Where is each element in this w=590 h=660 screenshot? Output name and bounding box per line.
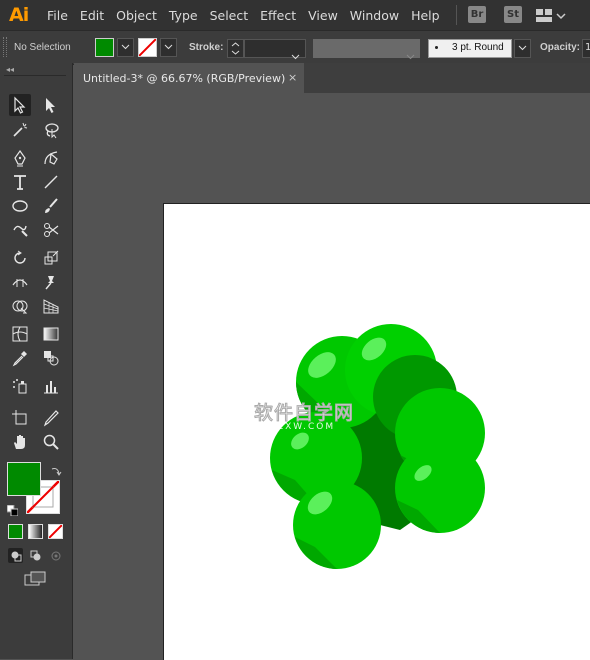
brush-definition[interactable]: 3 pt. Round	[428, 39, 512, 58]
tools-panel: ◂◂	[0, 63, 73, 659]
draw-inside-icon[interactable]	[48, 548, 63, 563]
menu-help[interactable]: Help	[411, 8, 440, 23]
slice-tool-icon[interactable]	[40, 407, 62, 429]
direct-selection-tool-icon[interactable]	[40, 94, 62, 116]
menu-type[interactable]: Type	[169, 8, 198, 23]
fill-color-box[interactable]	[7, 462, 41, 496]
hand-tool-icon[interactable]	[9, 431, 31, 453]
control-bar: No Selection Stroke: 3 pt. Round Opacity…	[0, 30, 590, 65]
green-balls-artwork[interactable]	[260, 315, 500, 585]
document-tab-bar: Untitled-3* @ 66.67% (RGB/Preview) ×	[74, 63, 590, 93]
stroke-swatch[interactable]	[138, 38, 157, 57]
stroke-weight-stepper[interactable]	[227, 39, 244, 58]
rotate-tool-icon[interactable]	[9, 247, 31, 269]
puppet-warp-tool-icon[interactable]	[40, 271, 62, 293]
symbol-sprayer-tool-icon[interactable]	[9, 375, 31, 397]
menu-effect[interactable]: Effect	[260, 8, 296, 23]
selection-status: No Selection	[14, 42, 71, 53]
fill-dropdown[interactable]	[117, 38, 134, 57]
panel-grip-icon	[3, 37, 7, 57]
width-tool-icon[interactable]	[9, 271, 31, 293]
bridge-button[interactable]: Br	[468, 6, 486, 23]
close-tab-icon[interactable]: ×	[288, 71, 297, 84]
swap-fill-stroke-icon[interactable]	[50, 462, 62, 481]
stroke-weight-dropdown-icon[interactable]	[291, 45, 300, 64]
document-tab[interactable]: Untitled-3* @ 66.67% (RGB/Preview) ×	[74, 63, 304, 93]
color-mode-button[interactable]	[8, 524, 23, 539]
opacity-value: 1	[585, 42, 590, 53]
menu-window[interactable]: Window	[350, 8, 399, 23]
blend-tool-icon[interactable]	[40, 347, 62, 369]
profile-dropdown-icon[interactable]	[406, 45, 415, 64]
ball-bottom-left	[293, 481, 381, 569]
menu-view[interactable]: View	[308, 8, 338, 23]
line-segment-tool-icon[interactable]	[40, 171, 62, 193]
ellipse-tool-icon[interactable]	[9, 195, 31, 217]
menu-edit[interactable]: Edit	[80, 8, 104, 23]
brush-dropdown[interactable]	[514, 39, 531, 58]
pen-tool-icon[interactable]	[9, 147, 31, 169]
menu-file[interactable]: File	[47, 8, 68, 23]
scissors-tool-icon[interactable]	[40, 219, 62, 241]
fill-swatch[interactable]	[95, 38, 114, 57]
paintbrush-tool-icon[interactable]	[40, 195, 62, 217]
menu-bar: Ai File Edit Object Type Select Effect V…	[0, 0, 590, 30]
watermark-url: RJZXW.COM	[264, 422, 336, 432]
scale-tool-icon[interactable]	[40, 247, 62, 269]
selection-tool-icon[interactable]	[9, 94, 31, 116]
shape-builder-tool-icon[interactable]	[9, 295, 31, 317]
app-logo: Ai	[9, 4, 29, 26]
eyedropper-tool-icon[interactable]	[9, 347, 31, 369]
menu-object[interactable]: Object	[116, 8, 157, 23]
menu-separator	[456, 5, 457, 25]
brush-dot-icon	[435, 46, 438, 49]
variable-width-profile[interactable]	[313, 39, 420, 58]
stroke-label: Stroke:	[189, 42, 224, 53]
workspace-layout-icon[interactable]	[536, 8, 566, 22]
gradient-tool-icon[interactable]	[40, 323, 62, 345]
default-fill-stroke-icon[interactable]	[6, 501, 19, 520]
screen-mode-icon[interactable]	[24, 571, 48, 591]
shaper-tool-icon[interactable]	[9, 219, 31, 241]
zoom-tool-icon[interactable]	[40, 431, 62, 453]
opacity-input[interactable]: 1	[582, 39, 590, 58]
collapse-panel-icon[interactable]: ◂◂	[6, 65, 14, 74]
menu-select[interactable]: Select	[210, 8, 249, 23]
curvature-tool-icon[interactable]	[40, 147, 62, 169]
lasso-tool-icon[interactable]	[40, 119, 62, 141]
none-mode-button[interactable]	[48, 524, 63, 539]
draw-normal-icon[interactable]	[8, 548, 23, 563]
column-graph-tool-icon[interactable]	[40, 375, 62, 397]
document-tab-title: Untitled-3* @ 66.67% (RGB/Preview)	[83, 72, 286, 85]
ball-bottom-right	[395, 443, 485, 533]
brush-label: 3 pt. Round	[452, 42, 504, 53]
draw-behind-icon[interactable]	[28, 548, 43, 563]
mesh-tool-icon[interactable]	[9, 323, 31, 345]
stroke-dropdown[interactable]	[160, 38, 177, 57]
type-tool-icon[interactable]	[9, 171, 31, 193]
gradient-mode-button[interactable]	[28, 524, 43, 539]
perspective-grid-tool-icon[interactable]	[40, 295, 62, 317]
opacity-label: Opacity:	[540, 42, 581, 53]
stock-button[interactable]: St	[504, 6, 522, 23]
artboard-tool-icon[interactable]	[9, 407, 31, 429]
watermark: 软件自学网	[254, 402, 355, 424]
magic-wand-tool-icon[interactable]	[9, 119, 31, 141]
panel-divider	[4, 75, 66, 76]
